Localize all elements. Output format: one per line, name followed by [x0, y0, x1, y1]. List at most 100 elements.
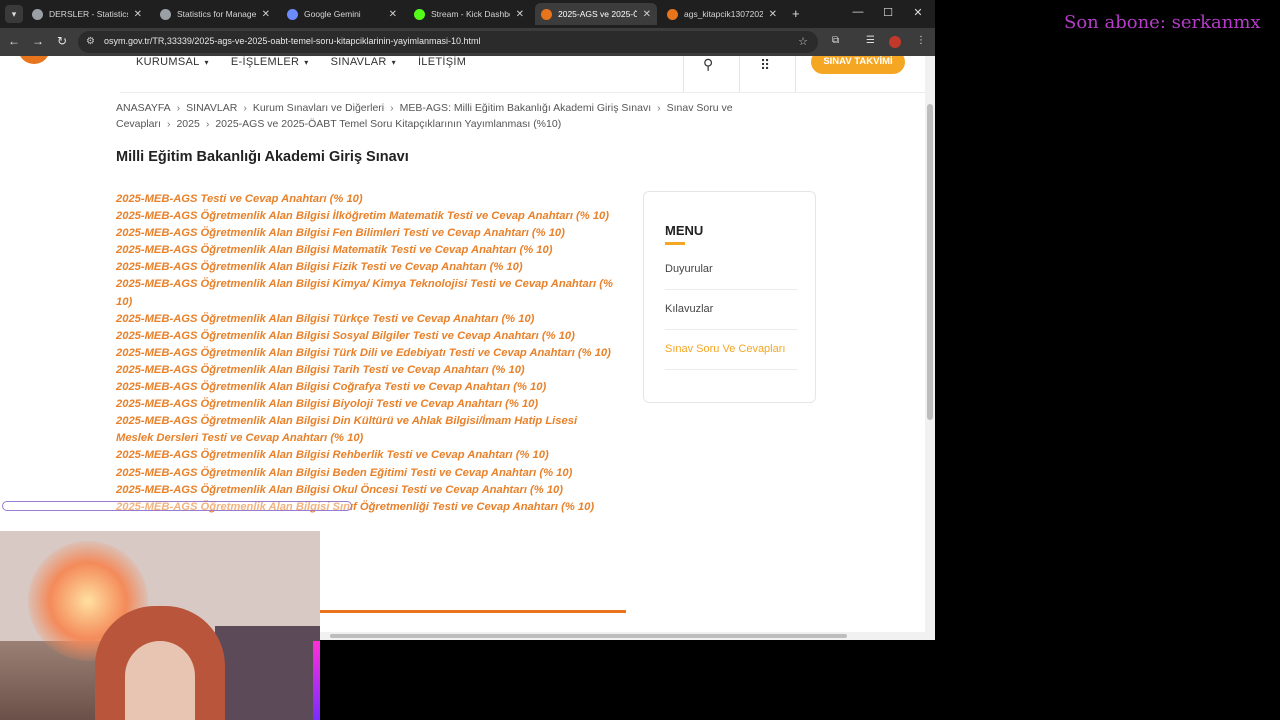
browser-tab[interactable]: Statistics for Manager ✕ — [154, 3, 276, 25]
stream-goal-progress-fill — [5, 504, 26, 508]
close-tab-icon[interactable]: ✕ — [643, 9, 651, 20]
sidebar-item-kilavuzlar[interactable]: Kılavuzlar — [665, 303, 797, 315]
tab-search-button[interactable]: ▾ — [5, 5, 23, 23]
extensions-icon[interactable]: ⧉ — [832, 35, 839, 46]
document-link[interactable]: 2025-MEB-AGS Öğretmenlik Alan Bilgisi Fe… — [116, 225, 616, 242]
site-info-icon[interactable]: ⚙ — [86, 36, 95, 47]
breadcrumb-item[interactable]: MEB-AGS: Milli Eğitim Bakanlığı Akademi … — [400, 102, 652, 114]
search-icon[interactable]: ⚲ — [703, 56, 713, 73]
document-link[interactable]: 2025-MEB-AGS Öğretmenlik Alan Bilgisi Bi… — [116, 396, 616, 413]
breadcrumb-item[interactable]: Kurum Sınavları ve Diğerleri — [253, 102, 384, 114]
tab-favicon-icon — [667, 8, 678, 20]
document-link[interactable]: 2025-MEB-AGS Öğretmenlik Alan Bilgisi So… — [116, 328, 616, 345]
browser-tab[interactable]: ags_kitapcik13072025 ✕ — [661, 3, 783, 25]
webcam-feed — [0, 531, 320, 720]
sidebar-menu: MENU Duyurular Kılavuzlar Sınav Soru Ve … — [643, 191, 816, 403]
breadcrumb-item[interactable]: SINAVLAR — [186, 102, 237, 114]
vertical-scrollbar-thumb[interactable] — [927, 104, 933, 420]
breadcrumb-chevron-icon: › — [176, 102, 181, 114]
breadcrumb-item[interactable]: 2025 — [176, 118, 199, 130]
chevron-down-icon: ▾ — [391, 58, 396, 67]
document-link[interactable]: 2025-MEB-AGS Öğretmenlik Alan Bilgisi Co… — [116, 379, 616, 396]
streamer-face — [125, 641, 195, 720]
close-tab-icon[interactable]: ✕ — [262, 9, 270, 20]
browser-menu-icon[interactable]: ⋮ — [916, 35, 926, 46]
document-link[interactable]: 2025-MEB-AGS Öğretmenlik Alan Bilgisi Re… — [116, 447, 616, 464]
nav-divider — [683, 56, 684, 92]
close-tab-icon[interactable]: ✕ — [516, 9, 524, 20]
nav-divider — [739, 56, 740, 92]
document-link[interactable]: 2025-MEB-AGS Öğretmenlik Alan Bilgisi Be… — [116, 465, 616, 482]
document-link-list: 2025-MEB-AGS Testi ve Cevap Anahtarı (% … — [116, 191, 616, 516]
bookmark-star-icon[interactable]: ☆ — [798, 35, 808, 48]
sidebar-item-duyurular[interactable]: Duyurular — [665, 263, 797, 275]
tab-favicon-icon — [414, 8, 425, 20]
nav-item-e-islemler[interactable]: E-İŞLEMLER ▾ — [231, 56, 309, 90]
document-link[interactable]: 2025-MEB-AGS Öğretmenlik Alan Bilgisi Ki… — [116, 276, 616, 310]
close-tab-icon[interactable]: ✕ — [134, 9, 142, 20]
main-navigation: KURUMSAL ▾ E-İŞLEMLER ▾ SINAVLAR ▾ İLETİŞİM — [136, 56, 488, 90]
menu-divider — [665, 329, 797, 330]
tab-title: DERSLER - Statistics for — [49, 9, 128, 19]
browser-tab[interactable]: DERSLER - Statistics for ✕ — [26, 3, 148, 25]
document-link[interactable]: 2025-MEB-AGS Öğretmenlik Alan Bilgisi Tü… — [116, 311, 616, 328]
document-link[interactable]: 2025-MEB-AGS Testi ve Cevap Anahtarı (% … — [116, 191, 616, 208]
document-link[interactable]: 2025-MEB-AGS Öğretmenlik Alan Bilgisi Di… — [116, 413, 616, 447]
browser-tab[interactable]: Stream - Kick Dashboard ✕ — [408, 3, 530, 25]
close-window-button[interactable]: ✕ — [908, 6, 928, 19]
tab-favicon-icon — [32, 8, 43, 20]
profile-avatar[interactable] — [889, 36, 901, 48]
minimize-button[interactable]: — — [848, 6, 868, 18]
back-button[interactable]: ← — [6, 34, 22, 48]
nav-item-sinavlar[interactable]: SINAVLAR ▾ — [331, 56, 396, 90]
tab-title: ags_kitapcik13072025 — [684, 9, 763, 19]
menu-title-underline — [665, 242, 685, 245]
browser-toolbar: ← → ↻ ⚙ osym.gov.tr/TR,33339/2025-ags-ve… — [0, 28, 935, 56]
breadcrumb-item[interactable]: ANASAYFA — [116, 102, 171, 114]
tab-title: Stream - Kick Dashboard — [431, 9, 510, 19]
browser-tab[interactable]: 2025-AGS ve 2025-ÖABT ✕ — [535, 3, 657, 25]
nav-item-iletisim[interactable]: İLETİŞİM — [418, 56, 466, 90]
forward-button[interactable]: → — [30, 34, 46, 48]
document-link[interactable]: 2025-MEB-AGS Öğretmenlik Alan Bilgisi Fi… — [116, 259, 616, 276]
breadcrumb-chevron-icon: › — [166, 118, 171, 130]
document-link[interactable]: 2025-MEB-AGS Öğretmenlik Alan Bilgisi Ta… — [116, 362, 616, 379]
document-link[interactable]: 2025-MEB-AGS Öğretmenlik Alan Bilgisi İl… — [116, 208, 616, 225]
menu-divider — [665, 369, 797, 370]
close-tab-icon[interactable]: ✕ — [389, 9, 397, 20]
nav-divider — [795, 56, 796, 92]
page-title: Milli Eğitim Bakanlığı Akademi Giriş Sın… — [116, 149, 409, 165]
new-tab-button[interactable]: + — [792, 6, 800, 21]
menu-divider — [665, 289, 797, 290]
tab-favicon-icon — [287, 8, 298, 20]
tab-favicon-icon — [160, 8, 171, 20]
breadcrumb-chevron-icon: › — [205, 118, 210, 130]
chevron-down-icon: ▾ — [304, 58, 309, 67]
reading-list-icon[interactable]: ☰ — [866, 35, 875, 46]
nav-item-kurumsal[interactable]: KURUMSAL ▾ — [136, 56, 209, 90]
tab-title: Statistics for Manager — [177, 9, 256, 19]
sidebar-item-sinav-soru-ve-cevaplari[interactable]: Sınav Soru Ve Cevapları — [665, 343, 797, 355]
nav-separator — [120, 92, 925, 93]
reload-button[interactable]: ↻ — [54, 34, 70, 48]
tab-title: Google Gemini — [304, 9, 361, 19]
horizontal-scrollbar-thumb[interactable] — [330, 634, 847, 638]
close-tab-icon[interactable]: ✕ — [769, 9, 777, 20]
maximize-button[interactable]: ☐ — [878, 6, 898, 19]
document-link[interactable]: 2025-MEB-AGS Öğretmenlik Alan Bilgisi Tü… — [116, 345, 616, 362]
sinav-takvimi-button[interactable]: SINAV TAKVİMİ — [811, 56, 905, 74]
browser-tab[interactable]: Google Gemini ✕ — [281, 3, 403, 25]
breadcrumb-item[interactable]: 2025-AGS ve 2025-ÖABT Temel Soru Kitapçı… — [215, 118, 561, 130]
latest-subscriber-alert: Son abone: serkanmx — [1064, 12, 1261, 33]
document-link[interactable]: 2025-MEB-AGS Öğretmenlik Alan Bilgisi Ma… — [116, 242, 616, 259]
address-bar[interactable]: ⚙ osym.gov.tr/TR,33339/2025-ags-ve-2025-… — [78, 31, 818, 53]
url-text[interactable]: osym.gov.tr/TR,33339/2025-ags-ve-2025-oa… — [104, 36, 480, 46]
osym-logo[interactable] — [18, 56, 50, 64]
chevron-down-icon: ▾ — [204, 58, 209, 67]
breadcrumb-chevron-icon: › — [390, 102, 394, 114]
apps-grid-icon[interactable]: ⠿ — [760, 57, 770, 74]
document-link[interactable]: 2025-MEB-AGS Öğretmenlik Alan Bilgisi Ok… — [116, 482, 616, 499]
breadcrumb-chevron-icon: › — [657, 102, 661, 114]
vertical-scrollbar[interactable] — [925, 56, 935, 632]
footer-accent-bar — [320, 610, 626, 613]
